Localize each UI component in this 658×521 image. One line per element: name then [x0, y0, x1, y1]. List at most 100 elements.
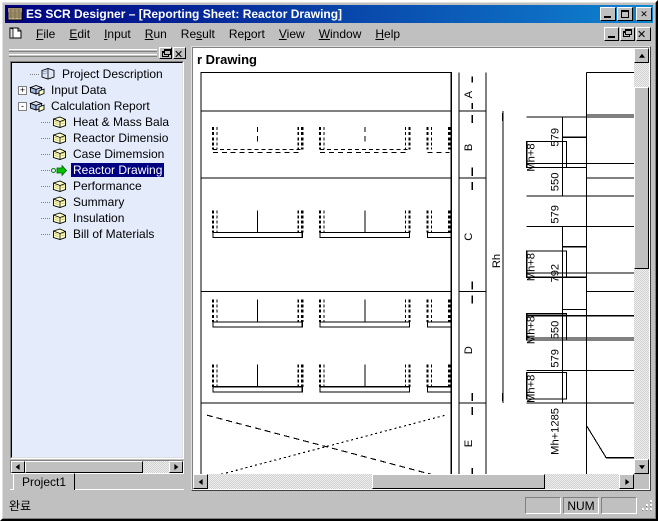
document-icon[interactable]: [7, 26, 25, 41]
sheet-horizontal-scrollbar[interactable]: [193, 474, 634, 489]
resize-grip[interactable]: [639, 499, 653, 513]
tree-item-label[interactable]: Calculation Report: [49, 99, 152, 113]
tree-connector: [40, 118, 51, 127]
tree-connector: [40, 230, 51, 239]
scroll-thumb[interactable]: [25, 461, 144, 473]
tree-item-calculation-report[interactable]: - Calculation Report: [18, 98, 182, 114]
page-icon: [51, 115, 68, 129]
tree-item-project-description[interactable]: Project Description: [18, 66, 182, 82]
tree-item-reactor-drawing[interactable]: Reactor Drawing: [18, 162, 182, 178]
scrollbar-corner: [634, 474, 649, 489]
tree-item-label[interactable]: Project Description: [60, 67, 165, 81]
title-bar: ES SCR Designer – [Reporting Sheet: Reac…: [5, 5, 653, 23]
module-label-4: Mh+8: [526, 375, 538, 403]
tree-collapse-icon[interactable]: -: [18, 101, 27, 111]
tree-connector: [40, 182, 51, 191]
panel-drag-grip[interactable]: [9, 48, 157, 58]
status-pane-4: [601, 497, 637, 514]
dimension-value-3: 579: [550, 205, 562, 224]
dimension-value-6: 579: [550, 349, 562, 368]
dimension-value-4: 792: [550, 264, 562, 283]
status-message: 완료: [9, 499, 32, 513]
section-label-e: E: [463, 440, 475, 447]
menu-bar: File Edit Input Run Result Report View W…: [5, 24, 653, 43]
tree-item-summary[interactable]: Summary: [18, 194, 182, 210]
menu-item-input[interactable]: Input: [97, 25, 138, 43]
scroll-track[interactable]: [25, 461, 169, 473]
sheet-scroll-down-button[interactable]: [634, 459, 649, 474]
menu-item-edit[interactable]: Edit: [62, 25, 97, 43]
menu-item-help[interactable]: Help: [368, 25, 407, 43]
tree-item-label[interactable]: Reactor Drawing: [71, 163, 165, 177]
menu-item-run[interactable]: Run: [138, 25, 174, 43]
tree-item-label[interactable]: Reactor Dimensio: [71, 131, 170, 145]
book-icon: [40, 67, 57, 81]
tree-expand-icon[interactable]: +: [18, 85, 27, 95]
tree-connector: [40, 134, 51, 143]
tree-item-heat-mass-bala[interactable]: Heat & Mass Bala: [18, 114, 182, 130]
menu-item-file[interactable]: File: [29, 25, 62, 43]
menu-item-view[interactable]: View: [272, 25, 312, 43]
project-tree-frame-inner: Project Description + Input Data - Calculati…: [11, 62, 183, 458]
section-label-c: C: [463, 233, 475, 241]
tree-item-label[interactable]: Case Dimemsion: [71, 147, 166, 161]
maximize-button[interactable]: [617, 7, 633, 21]
sheet-vscroll-track[interactable]: [634, 63, 649, 459]
project-tabs: Project1: [10, 473, 184, 490]
window-controls: ✕: [600, 7, 653, 21]
menu-item-window[interactable]: Window: [312, 25, 369, 43]
bottom-dimension-value: Mh+1285: [550, 408, 562, 455]
close-button[interactable]: ✕: [636, 7, 652, 21]
app-icon: [7, 7, 23, 21]
tree-item-insulation[interactable]: Insulation: [18, 210, 182, 226]
open-book-icon: [29, 99, 46, 113]
menu-item-result[interactable]: Result: [174, 25, 222, 43]
panel-close-icon[interactable]: ✕: [173, 47, 186, 61]
status-bar: 완료 NUM: [5, 495, 653, 516]
overall-height-label: Rh: [491, 254, 503, 268]
page-icon: [51, 131, 68, 145]
mdi-minimize-button[interactable]: [604, 26, 619, 41]
section-label-a: A: [463, 90, 475, 98]
application-window-inner: ES SCR Designer – [Reporting Sheet: Reac…: [2, 2, 656, 519]
tree-item-label[interactable]: Insulation: [71, 211, 126, 225]
tree-item-reactor-dimensio[interactable]: Reactor Dimensio: [18, 130, 182, 146]
open-book-icon: [29, 83, 46, 97]
tree-item-label[interactable]: Summary: [71, 195, 126, 209]
sheet-hscroll-track[interactable]: [208, 474, 619, 489]
tree-item-label[interactable]: Performance: [71, 179, 144, 193]
tree-item-performance[interactable]: Performance: [18, 178, 182, 194]
scroll-right-button[interactable]: [169, 461, 183, 473]
sheet-vscroll-thumb[interactable]: [634, 86, 649, 269]
menu-item-report[interactable]: Report: [222, 25, 272, 43]
tree-item-label[interactable]: Heat & Mass Bala: [71, 115, 171, 129]
minimize-button[interactable]: [600, 7, 616, 21]
reporting-sheet-window: r Drawing A B C D E Rh Mh+8 Mh+8 Mh+8 Mh…: [191, 46, 651, 491]
tab-project1[interactable]: Project1: [13, 473, 76, 490]
tree-item-label[interactable]: Bill of Materials: [71, 227, 156, 241]
mdi-close-button[interactable]: ✕: [636, 26, 651, 41]
tree-item-bill-of-materials[interactable]: Bill of Materials: [18, 226, 182, 242]
project-panel: ✕ Project Description + Input Data - Calcula…: [7, 46, 187, 491]
sheet-vertical-scrollbar[interactable]: [634, 48, 649, 474]
sheet-hscroll-thumb[interactable]: [372, 474, 545, 489]
tree-item-label[interactable]: Input Data: [49, 83, 108, 97]
status-pane-2: [525, 497, 561, 514]
scroll-left-button[interactable]: [11, 461, 25, 473]
module-label-3: Mh+8: [526, 316, 538, 344]
panel-title-bar[interactable]: ✕: [7, 46, 187, 61]
sheet-scroll-up-button[interactable]: [634, 48, 649, 63]
page-icon: [51, 147, 68, 161]
sheet-scroll-right-button[interactable]: [619, 474, 634, 489]
tree-item-input-data[interactable]: + Input Data: [18, 82, 182, 98]
window-title: ES SCR Designer – [Reporting Sheet: Reac…: [26, 7, 343, 21]
mdi-restore-button[interactable]: [620, 26, 635, 41]
project-tree[interactable]: Project Description + Input Data - Calculati…: [12, 63, 182, 457]
application-window: ES SCR Designer – [Reporting Sheet: Reac…: [0, 0, 658, 521]
drawing-canvas[interactable]: r Drawing A B C D E Rh Mh+8 Mh+8 Mh+8 Mh…: [193, 48, 634, 474]
tree-connector: [40, 198, 51, 207]
tree-item-case-dimemsion[interactable]: Case Dimemsion: [18, 146, 182, 162]
tree-horizontal-scrollbar[interactable]: [10, 460, 184, 474]
sheet-scroll-left-button[interactable]: [193, 474, 208, 489]
panel-restore-button[interactable]: [159, 47, 172, 59]
